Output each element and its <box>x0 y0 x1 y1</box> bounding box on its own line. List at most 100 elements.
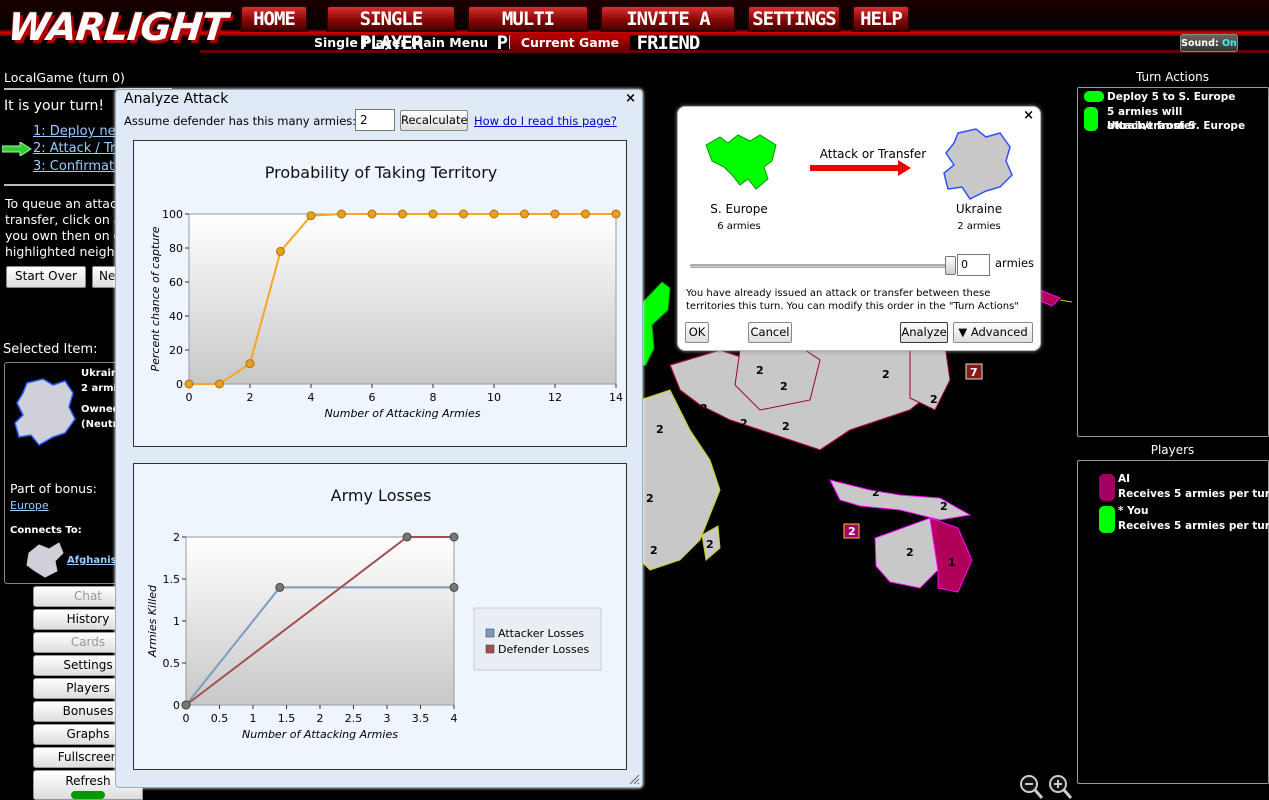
data-point <box>367 209 377 219</box>
attack-arrow-icon <box>810 160 911 176</box>
army-label: 2 <box>882 368 890 381</box>
chevron-down-icon: ▼ <box>958 325 968 339</box>
nav-multi-player-button[interactable]: MULTI PLAYER <box>467 5 589 54</box>
to-territory-name: Ukraine <box>955 202 1003 216</box>
y-tick-label: 0.5 <box>163 657 181 670</box>
x-tick-label: 10 <box>487 391 501 404</box>
sound-toggle[interactable]: Sound: On <box>1180 34 1238 52</box>
data-point <box>449 582 459 592</box>
army-label: 2 <box>756 364 764 377</box>
player-you-name[interactable]: * You <box>1118 503 1148 519</box>
armies-slider-thumb[interactable] <box>945 256 956 275</box>
x-tick-label: 3.5 <box>412 712 430 725</box>
army-losses-chart-panel: Army Losses 0 0.5 1 1.5 2 2.5 3 3.5 4 0 0.5 1 1.5 2 Num… <box>133 463 627 770</box>
y-tick-label: 0 <box>176 378 183 391</box>
nav-invite-friend-button[interactable]: INVITE A FRIEND <box>600 5 736 54</box>
army-label: 1 <box>948 556 956 569</box>
attack-close-icon[interactable]: × <box>1023 108 1034 123</box>
warlight-logo[interactable]: WARLIGHT <box>5 2 229 52</box>
analyze-button[interactable]: Analyze <box>900 322 948 343</box>
start-over-button[interactable]: Start Over <box>6 266 86 288</box>
data-point <box>581 209 590 219</box>
analyze-close-icon[interactable]: × <box>625 91 636 106</box>
legend-label: Defender Losses <box>498 643 590 656</box>
data-point <box>550 209 560 219</box>
data-point <box>276 246 285 256</box>
y-axis-label: Percent chance of capture <box>149 226 162 371</box>
player-ai-name[interactable]: AI <box>1118 471 1130 487</box>
defender-armies-input[interactable]: 2 <box>355 109 395 131</box>
y-axis-label: Armies Killed <box>146 584 159 658</box>
army-losses-chart: Army Losses 0 0.5 1 1.5 2 2.5 3 3.5 4 0 0.5 1 1.5 2 Num… <box>146 486 602 741</box>
army-label: 2 <box>940 500 948 513</box>
zoom-out-icon[interactable] <box>1020 775 1044 799</box>
y-tick-label: 1.5 <box>163 573 181 586</box>
connects-to-label: Connects To: <box>10 525 82 536</box>
army-label: 2 <box>650 544 658 557</box>
turn-action-deploy[interactable]: Deploy 5 to S. Europe <box>1107 90 1235 104</box>
x-tick-label: 2.5 <box>345 712 363 725</box>
x-tick-label: 0.5 <box>211 712 229 725</box>
y-tick-label: 60 <box>169 276 183 289</box>
data-point <box>398 209 407 219</box>
army-label: 2 <box>646 492 654 505</box>
to-territory-armies: 2 armies <box>957 221 1001 232</box>
nav-settings-button[interactable]: SETTINGS <box>747 5 841 32</box>
game-title: LocalGame (turn 0) <box>4 70 125 85</box>
data-point <box>306 211 316 221</box>
nav-single-player-button[interactable]: SINGLE PLAYER <box>326 5 456 54</box>
data-point <box>402 532 412 542</box>
y-tick-label: 1 <box>173 615 180 628</box>
plot-area <box>185 536 455 706</box>
existing-order-note: You have already issued an attack or tra… <box>686 288 1019 312</box>
x-tick-label: 1.5 <box>278 712 296 725</box>
legend-label: Attacker Losses <box>498 627 584 640</box>
selected-item-label: Selected Item: <box>3 342 98 357</box>
army-label: 2 <box>872 486 880 499</box>
territory-east-australia[interactable] <box>929 517 973 593</box>
turn-action-attack-line2[interactable]: Ukraine from S. Europe <box>1107 119 1245 133</box>
data-point <box>611 209 621 219</box>
advanced-button[interactable]: ▼ Advanced <box>953 322 1033 343</box>
subnav-current-game[interactable]: Current Game <box>510 35 630 51</box>
nav-help-button[interactable]: HELP <box>852 5 910 32</box>
nav-home-button[interactable]: HOME <box>240 5 308 32</box>
refresh-indicator <box>71 791 105 799</box>
data-point <box>520 209 529 219</box>
resize-grip-icon[interactable] <box>628 773 640 785</box>
how-to-read-link[interactable]: How do I read this page? <box>474 114 617 128</box>
cancel-button[interactable]: Cancel <box>748 322 792 343</box>
data-point <box>428 209 438 219</box>
part-of-bonus-label: Part of bonus: <box>10 481 97 496</box>
legend-swatch <box>485 644 495 654</box>
territory-s-europe[interactable] <box>640 281 671 367</box>
recalculate-button[interactable]: Recalculate <box>400 110 468 131</box>
x-tick-label: 1 <box>250 712 257 725</box>
bonus-europe-link[interactable]: Europe <box>10 499 49 512</box>
territory-indonesia[interactable] <box>829 479 972 521</box>
ukraine-territory-icon <box>14 378 76 446</box>
army-label: 2 <box>740 417 748 430</box>
zoom-in-icon[interactable] <box>1049 775 1073 799</box>
subnav-single-player-main-menu[interactable]: Single Player Main Menu <box>305 35 497 51</box>
x-axis-label: Number of Attacking Armies <box>325 407 481 420</box>
zoom-controls <box>1020 775 1073 799</box>
data-point <box>489 209 499 219</box>
data-point <box>181 700 191 710</box>
analyze-dialog-title: Analyze Attack <box>124 91 229 107</box>
players-box: AI Receives 5 armies per turn * You Rece… <box>1077 460 1269 784</box>
chart-title: Probability of Taking Territory <box>265 163 498 182</box>
your-turn-text: It is your turn! <box>4 98 104 114</box>
armies-slider-track[interactable] <box>690 264 950 268</box>
x-tick-label: 0 <box>186 391 193 404</box>
armies-input[interactable]: 0 <box>957 254 990 276</box>
players-title: Players <box>1150 443 1195 457</box>
ok-button[interactable]: OK <box>685 322 709 343</box>
x-tick-label: 12 <box>548 391 562 404</box>
y-tick-label: 80 <box>169 242 183 255</box>
probability-chart-panel: Probability of Taking Territory 0 2 4 6 8 10 12… <box>133 140 627 447</box>
data-point <box>215 379 224 389</box>
y-tick-label: 2 <box>173 531 180 544</box>
x-tick-label: 0 <box>183 712 190 725</box>
x-tick-label: 8 <box>430 391 437 404</box>
